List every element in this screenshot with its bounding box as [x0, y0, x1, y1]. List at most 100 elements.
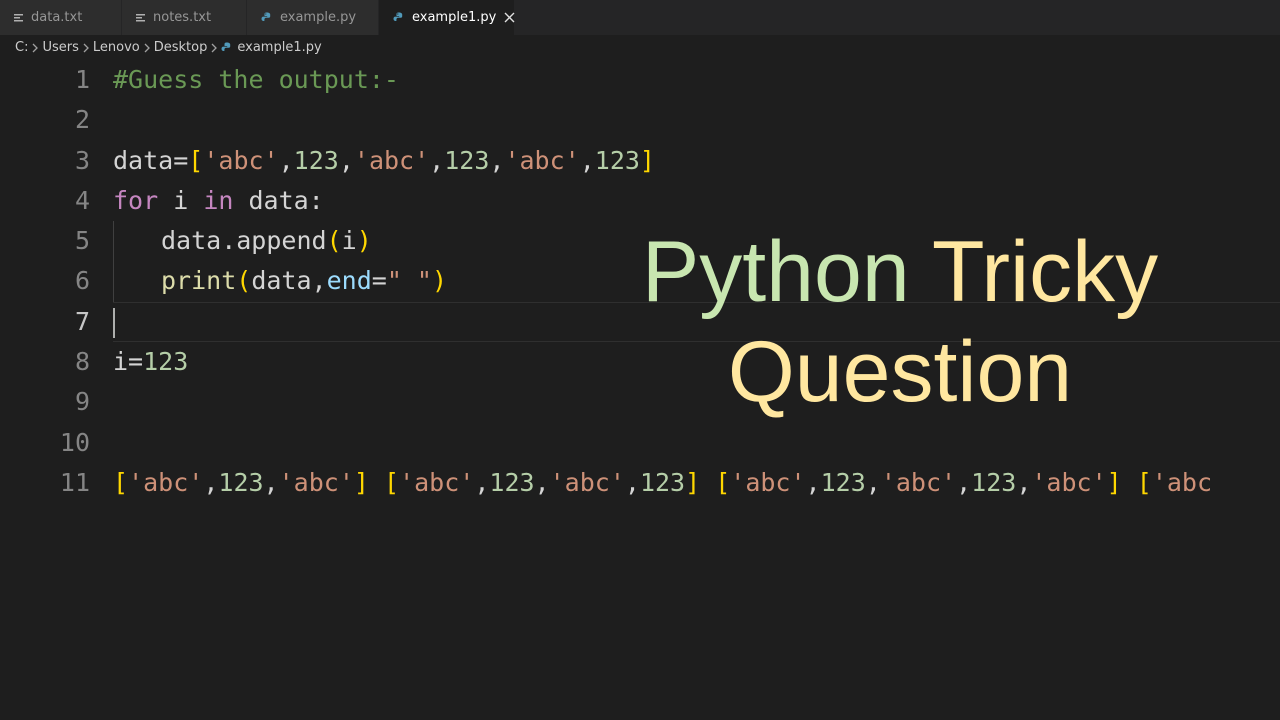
token: 123 — [444, 145, 490, 175]
token: for — [113, 185, 159, 215]
tab-data-txt[interactable]: data.txt — [0, 0, 122, 35]
line-number: 8 — [74, 347, 90, 377]
tab-label: example.py — [280, 10, 357, 25]
token: , — [489, 145, 505, 175]
tab-label: data.txt — [31, 10, 83, 25]
token: 'abc' — [730, 467, 806, 497]
token: [ — [715, 467, 731, 497]
code-line-3: data=['abc',123,'abc',123,'abc',123] — [113, 141, 1280, 181]
line-number: 1 — [74, 65, 90, 94]
token: i — [158, 185, 204, 215]
token: [ — [1136, 467, 1152, 497]
breadcrumb-item[interactable]: example1.py — [237, 40, 321, 55]
tab-example-py[interactable]: example.py — [247, 0, 379, 35]
token: , — [263, 467, 279, 497]
token: 123 — [594, 145, 640, 175]
token: ) — [356, 226, 372, 256]
tab-example1-py[interactable]: example1.py — [379, 0, 515, 35]
token: , — [338, 145, 354, 175]
token: ] — [685, 467, 701, 497]
token: , — [534, 467, 550, 497]
token: , — [474, 467, 490, 497]
token: i= — [113, 347, 144, 377]
code-editor[interactable]: #Guess the output:- data=['abc',123,'abc… — [113, 60, 1280, 503]
token: 123 — [293, 145, 339, 175]
line-number: 11 — [59, 467, 90, 497]
token: " " — [386, 266, 432, 296]
line-number: 5 — [74, 226, 90, 256]
code-line-5: data.append(i) — [113, 221, 1280, 262]
token: 'abc' — [1031, 467, 1107, 497]
token: 'abc' — [203, 145, 279, 175]
token: data.append — [161, 226, 327, 256]
token: 123 — [489, 467, 535, 497]
tab-label: notes.txt — [153, 10, 212, 25]
code-line-6: print(data,end=" ") — [113, 261, 1280, 302]
token: [ — [188, 145, 204, 175]
chevron-right-icon — [82, 43, 90, 53]
line-number-current: 7 — [74, 306, 90, 336]
token: [ — [384, 467, 400, 497]
python-file-icon — [393, 12, 405, 24]
code-line-1: #Guess the output:- — [113, 60, 1280, 100]
token: 'abc' — [278, 467, 354, 497]
token: 'abc' — [128, 467, 204, 497]
line-number: 3 — [74, 145, 90, 175]
token: [ — [113, 467, 129, 497]
token: in — [203, 185, 234, 215]
token: ] — [353, 467, 369, 497]
line-number: 4 — [74, 185, 90, 215]
token: = — [173, 145, 189, 175]
tab-label: example1.py — [412, 10, 497, 25]
token: ] — [1106, 467, 1122, 497]
tab-notes-txt[interactable]: notes.txt — [122, 0, 247, 35]
editor-tab-bar: data.txt notes.txt example.py example1.p… — [0, 0, 1280, 35]
token: 123 — [639, 467, 686, 497]
breadcrumb-item[interactable]: Users — [42, 40, 78, 55]
token: 'abc' — [353, 145, 430, 175]
chevron-right-icon — [143, 43, 151, 53]
comment: #Guess the output:- — [113, 65, 399, 94]
line-number-gutter: 1 2 3 4 5 6 7 8 9 10 11 — [0, 60, 90, 503]
token: data: — [233, 185, 324, 215]
token: i — [341, 226, 357, 256]
token: , — [624, 467, 640, 497]
token: , — [865, 467, 881, 497]
breadcrumb-item[interactable]: Lenovo — [93, 40, 140, 55]
token: , — [1016, 467, 1032, 497]
token: , — [278, 145, 294, 175]
token: end — [326, 266, 372, 296]
token: 'abc — [1151, 467, 1213, 497]
token: , — [805, 467, 821, 497]
token: data, — [251, 266, 327, 296]
token: 'abc' — [504, 145, 580, 175]
breadcrumb: C: Users Lenovo Desktop example1.py — [0, 35, 1280, 60]
code-line-11: ['abc',123,'abc'] ['abc',123,'abc',123] … — [113, 463, 1280, 503]
text-file-icon — [14, 13, 24, 23]
token: data — [113, 145, 174, 175]
code-line-8: i=123 — [113, 342, 1280, 382]
line-number: 10 — [59, 427, 90, 457]
close-icon[interactable] — [504, 12, 515, 23]
token: ( — [326, 226, 342, 256]
token: , — [579, 145, 595, 175]
breadcrumb-item[interactable]: Desktop — [154, 40, 208, 55]
line-number: 9 — [74, 387, 90, 417]
token: 'abc' — [549, 467, 625, 497]
token: , — [203, 467, 219, 497]
token: 123 — [971, 467, 1017, 497]
code-line-4: for i in data: — [113, 181, 1280, 221]
token: 123 — [143, 347, 189, 377]
breadcrumb-item[interactable]: C: — [15, 40, 28, 55]
chevron-right-icon — [31, 43, 39, 53]
token: , — [429, 145, 445, 175]
token: ] — [639, 145, 655, 175]
line-number: 2 — [74, 105, 90, 135]
token: 'abc' — [880, 467, 957, 497]
token: ) — [431, 266, 448, 296]
